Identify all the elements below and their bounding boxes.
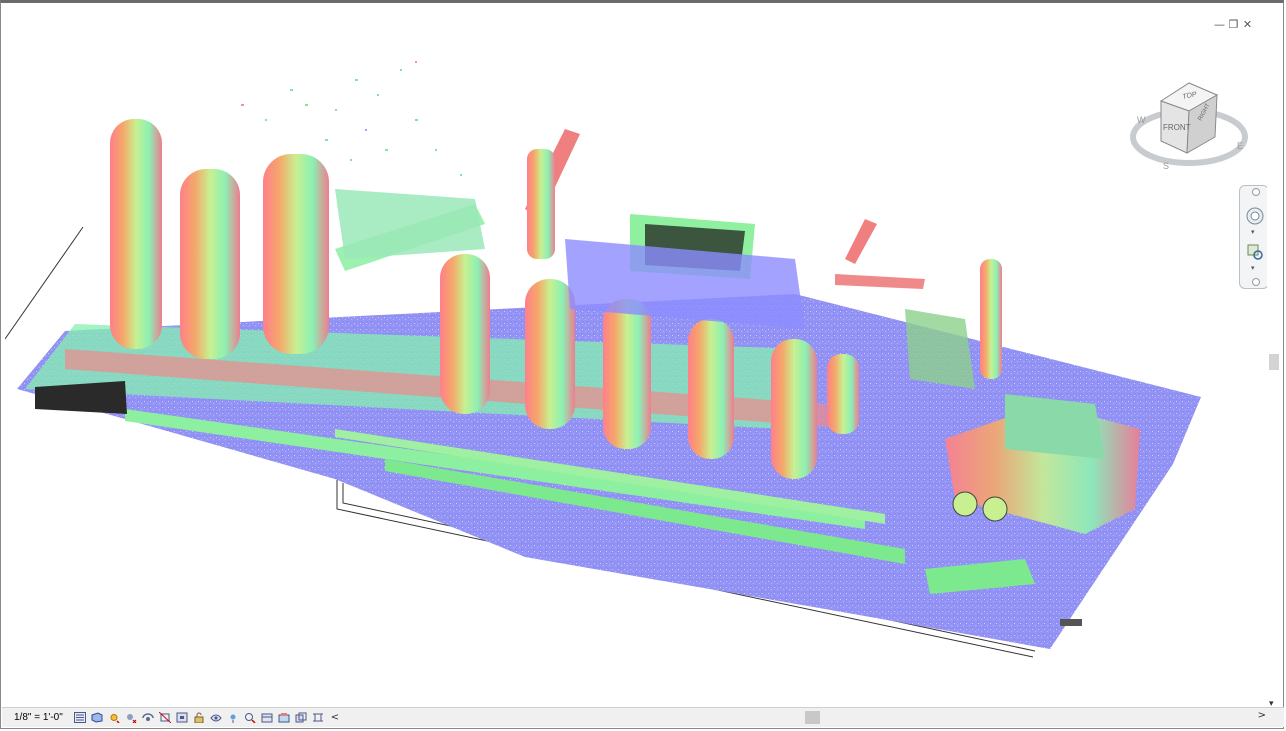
wheel-dropdown-icon[interactable]: ▾ <box>1251 228 1255 236</box>
scroll-right-arrow-icon[interactable]: > <box>1258 710 1266 721</box>
compass-s-label[interactable]: S <box>1163 161 1169 171</box>
close-icon[interactable]: ✕ <box>1242 19 1253 30</box>
point-cloud-scene[interactable] <box>5 9 1271 713</box>
compass-w-label[interactable]: W <box>1137 115 1146 125</box>
navigation-bar: ▾ ▾ <box>1239 185 1269 289</box>
scroll-left-arrow-icon[interactable]: < <box>331 712 339 723</box>
compass-e-label[interactable]: E <box>1237 141 1243 151</box>
view-control-bar: 1/8" = 1'-0" < > <box>2 707 1284 727</box>
crop-view-icon[interactable] <box>158 711 172 724</box>
view-window-controls: — ❐ ✕ <box>1214 19 1253 30</box>
reveal-constraints-icon[interactable] <box>311 711 325 724</box>
analysis-display-icon[interactable] <box>277 711 291 724</box>
sun-path-icon[interactable] <box>107 711 121 724</box>
zoom-region-icon[interactable] <box>1245 242 1265 262</box>
temporary-view-properties-icon[interactable] <box>243 711 257 724</box>
horizontal-scroll-thumb[interactable] <box>805 711 820 724</box>
view-controls <box>73 711 325 724</box>
nav-bar-options-icon[interactable] <box>1252 278 1260 286</box>
worksharing-display-icon[interactable] <box>260 711 274 724</box>
view-scale[interactable]: 1/8" = 1'-0" <box>14 712 63 723</box>
show-crop-region-icon[interactable] <box>175 711 189 724</box>
restore-icon[interactable]: ❐ <box>1228 19 1239 30</box>
highlight-displacement-icon[interactable] <box>294 711 308 724</box>
minimize-icon[interactable]: — <box>1214 19 1225 30</box>
unlock-3d-view-icon[interactable] <box>192 711 206 724</box>
nav-bar-close-icon[interactable] <box>1252 188 1260 196</box>
shadows-icon[interactable] <box>124 711 138 724</box>
zoom-dropdown-icon[interactable]: ▾ <box>1251 264 1255 272</box>
reveal-hidden-icon[interactable] <box>226 711 240 724</box>
vertical-scroll-thumb[interactable] <box>1269 354 1279 370</box>
vertical-scrollbar[interactable]: ▾ <box>1267 9 1281 713</box>
view-window: — ❐ ✕ TOP FRONT RIGHT W S E ▾ ▾ ▾ 1/8" =… <box>0 0 1284 729</box>
3d-viewport[interactable]: — ❐ ✕ <box>5 9 1271 713</box>
viewcube[interactable]: TOP FRONT RIGHT W S E <box>1129 75 1253 179</box>
noise-points <box>241 61 462 176</box>
full-navigation-wheel-icon[interactable] <box>1245 206 1265 226</box>
detail-level-icon[interactable] <box>73 711 87 724</box>
viewcube-front-label: FRONT <box>1163 123 1191 132</box>
temporary-hide-icon[interactable] <box>209 711 223 724</box>
render-icon[interactable] <box>141 711 155 724</box>
visual-style-icon[interactable] <box>90 711 104 724</box>
